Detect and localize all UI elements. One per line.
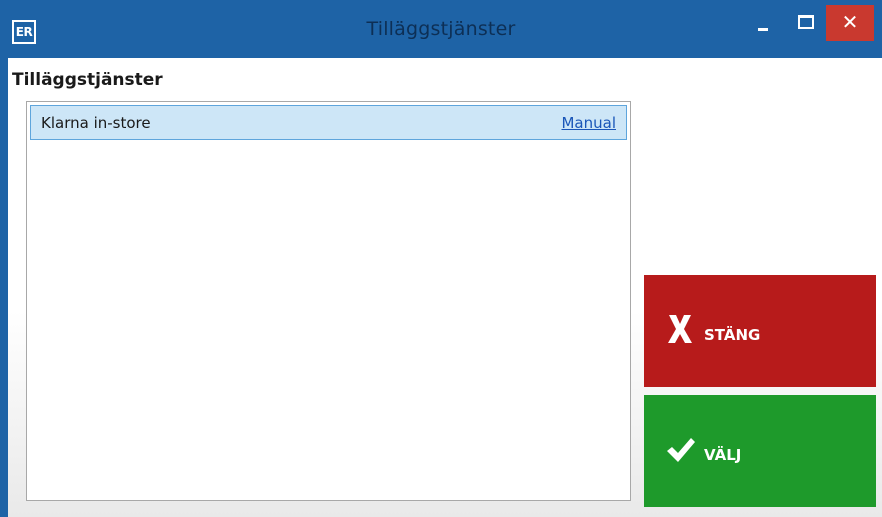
services-list[interactable]: Klarna in-store Manual — [26, 101, 631, 501]
list-item-label: Klarna in-store — [41, 114, 151, 132]
close-button[interactable]: STÄNG — [644, 275, 876, 387]
minimize-button[interactable] — [746, 6, 780, 40]
title-bar[interactable]: ER Tilläggstjänster ✕ — [0, 0, 882, 58]
manual-link[interactable]: Manual — [561, 114, 616, 132]
select-button-label: VÄLJ — [704, 446, 742, 464]
client-area: Tilläggstjänster Klarna in-store Manual … — [8, 58, 882, 517]
x-icon — [666, 313, 694, 349]
close-icon: ✕ — [841, 10, 859, 34]
check-icon — [666, 437, 696, 467]
minimize-icon — [758, 28, 768, 31]
window-close-button[interactable]: ✕ — [826, 5, 874, 41]
application-window: ER Tilläggstjänster ✕ Tilläggstjänster K… — [0, 0, 882, 517]
maximize-icon — [798, 15, 814, 29]
close-button-label: STÄNG — [704, 326, 761, 344]
section-title: Tilläggstjänster — [12, 70, 163, 90]
maximize-button[interactable] — [788, 6, 822, 40]
list-item-klarna[interactable]: Klarna in-store Manual — [30, 105, 627, 140]
select-button[interactable]: VÄLJ — [644, 395, 876, 507]
